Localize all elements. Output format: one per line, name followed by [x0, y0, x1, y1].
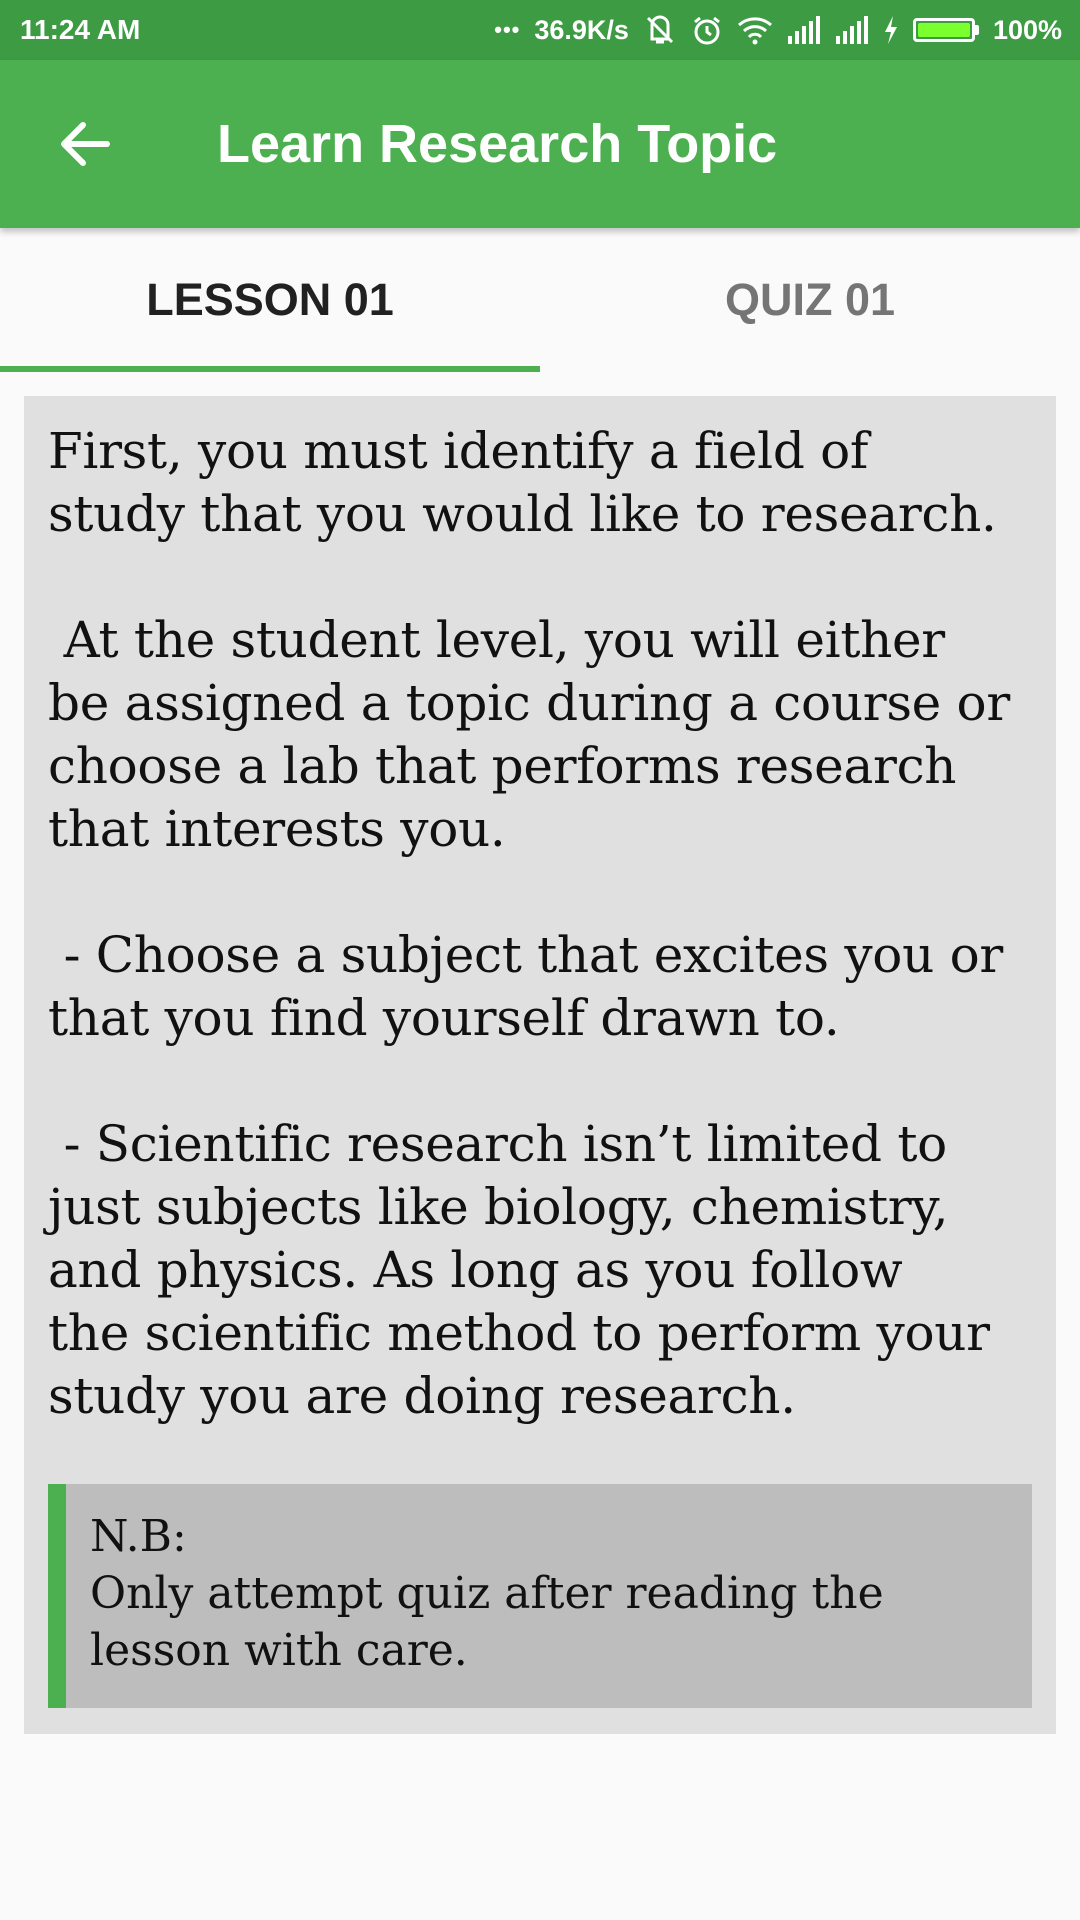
signal-icon: [787, 16, 821, 44]
arrow-left-icon: [61, 122, 110, 166]
more-dots-icon: •••: [494, 17, 521, 42]
tab-indicator: [0, 366, 540, 372]
lesson-card: First, you must identify a field of stud…: [24, 396, 1056, 1734]
signal-icon: [835, 16, 869, 44]
status-bar: 11:24 AM ••• 36.9K/s 100%: [0, 0, 1080, 60]
status-time: 11:24 AM: [20, 14, 141, 45]
network-speed: 36.9K/s: [534, 14, 629, 45]
app-bar: Learn Research Topic: [0, 60, 1080, 228]
wifi-icon: [737, 15, 773, 45]
page-title: Learn Research Topic: [217, 114, 778, 174]
battery-icon: [912, 18, 979, 42]
tab-bar: LESSON 01 QUIZ 01: [0, 228, 1080, 372]
charging-icon: [883, 15, 899, 45]
status-icons: ••• 36.9K/s 100%: [494, 0, 1062, 60]
back-button[interactable]: [40, 104, 130, 184]
note-box: N.B: Only attempt quiz after reading the…: [48, 1484, 1032, 1708]
alarm-icon: [691, 14, 723, 46]
note-text: N.B: Only attempt quiz after reading the…: [90, 1511, 884, 1676]
tab-lesson[interactable]: LESSON 01: [0, 228, 540, 372]
vibrate-off-icon: [643, 13, 677, 47]
tab-quiz[interactable]: QUIZ 01: [540, 228, 1080, 372]
battery-percent: 100%: [992, 14, 1062, 45]
tab-lesson-label: LESSON 01: [146, 274, 394, 325]
tab-quiz-label: QUIZ 01: [724, 274, 896, 325]
lesson-text: First, you must identify a field of stud…: [48, 422, 1010, 1425]
